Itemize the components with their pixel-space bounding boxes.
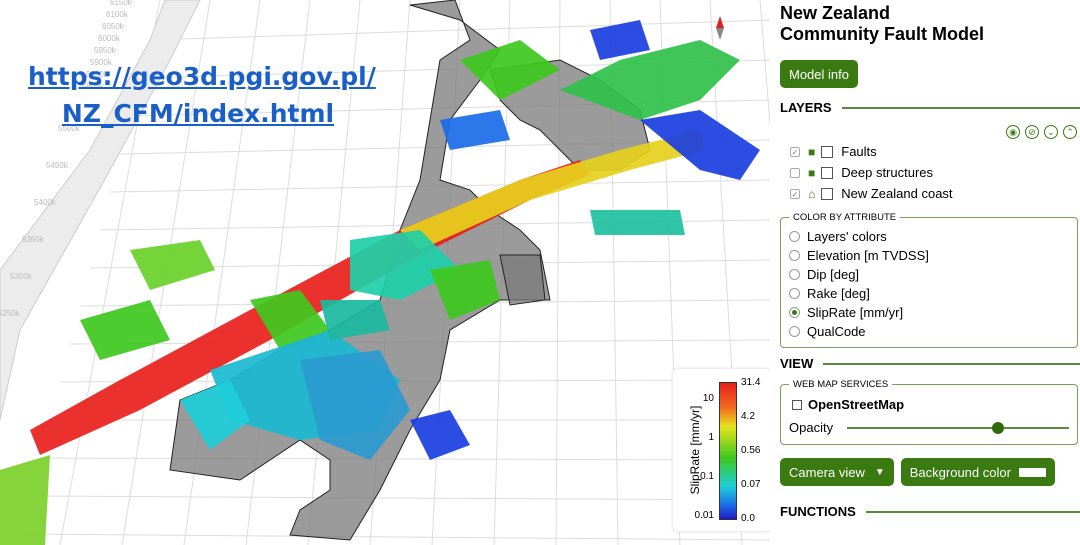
legend-right-tick: 0.07 [741, 479, 761, 490]
layer-visibility-checkbox[interactable] [790, 167, 800, 178]
color-attribute-option[interactable]: Rake [deg] [789, 284, 1069, 303]
legend-left-tick: 0.01 [694, 510, 714, 521]
layer-visibility-checkbox[interactable]: ✓ [790, 146, 800, 157]
openstreetmap-label: OpenStreetMap [808, 397, 905, 412]
layer-label: Faults [841, 144, 877, 159]
axis-tick-label: 5950k [94, 46, 116, 55]
layer-label: Deep structures [841, 165, 934, 180]
legend-left-tick: 1 [708, 432, 714, 443]
axis-tick-label: 5350k [22, 235, 44, 244]
radio-button[interactable] [789, 326, 800, 337]
model-url-link[interactable]: https://geo3d.pgi.gov.pl/ NZ_CFM/index.h… [28, 58, 376, 132]
option-label: QualCode [807, 324, 866, 339]
wms-legend: WEB MAP SERVICES [793, 379, 889, 390]
legend-right-tick: 0.0 [741, 513, 755, 524]
radio-button[interactable] [789, 250, 800, 261]
layer-item[interactable]: ✓ ⌂ New Zealand coast [780, 183, 1080, 204]
axis-tick-label: 6100k [106, 10, 128, 19]
radio-button[interactable] [789, 307, 800, 318]
3d-viewer[interactable]: 6150k 6100k 6050k 6000k 5950k 5900k 5850k 5800k… [0, 0, 770, 545]
legend-right-tick: 31.4 [741, 377, 761, 388]
legend-right-tick: 0.56 [741, 445, 761, 456]
radio-button[interactable] [789, 269, 800, 280]
app-title: New Zealand Community Fault Model [780, 3, 984, 44]
axis-tick-label: 5450k [46, 161, 68, 170]
color-attribute-option[interactable]: QualCode [789, 322, 1069, 341]
option-label: Elevation [m TVDSS] [807, 248, 929, 263]
outline-icon: ⌂ [808, 186, 816, 201]
background-color-button[interactable]: Background color [900, 458, 1055, 486]
option-label: Dip [deg] [807, 267, 860, 282]
collapse-all-chevron-up-icon[interactable]: ⌃ [1063, 125, 1077, 139]
color-by-attribute-group: COLOR BY ATTRIBUTE Layers' colors Elevati… [780, 212, 1078, 348]
opacity-slider[interactable] [847, 421, 1069, 434]
legend-left-tick: 10 [702, 393, 714, 404]
hide-all-eye-slash-icon[interactable]: ⊘ [1025, 125, 1039, 139]
color-attribute-option[interactable]: Dip [deg] [789, 265, 1069, 284]
background-color-swatch [1018, 467, 1046, 477]
show-all-eye-icon[interactable]: ◉ [1006, 125, 1020, 139]
color-attribute-option[interactable]: Elevation [m TVDSS] [789, 246, 1069, 265]
expand-all-chevron-down-icon[interactable]: ⌄ [1044, 125, 1058, 139]
layer-select-checkbox[interactable] [821, 187, 834, 200]
option-label: SlipRate [mm/yr] [807, 305, 904, 320]
color-attribute-option[interactable]: Layers' colors [789, 227, 1069, 246]
layer-item[interactable]: ✓ ■ Faults [780, 141, 1080, 162]
functions-section-header: FUNCTIONS [780, 504, 1080, 519]
radio-button[interactable] [789, 288, 800, 299]
axis-tick-label: 5250k [0, 309, 20, 318]
option-label: Rake [deg] [807, 286, 870, 301]
color-attribute-option[interactable]: SlipRate [mm/yr] [789, 303, 1069, 322]
view-section-header: VIEW [780, 356, 1080, 371]
web-map-services-group: WEB MAP SERVICES OpenStreetMap Opacity [780, 379, 1078, 445]
legend-title: SlipRate [mm/yr] [688, 405, 702, 495]
layer-toolbar: ◉ ⊘ ⌄ ⌃ [780, 125, 1077, 139]
layer-label: New Zealand coast [841, 186, 953, 201]
cube-icon: ■ [808, 165, 816, 180]
axis-tick-label: 5300k [10, 272, 32, 281]
axis-tick-label: 6050k [102, 22, 124, 31]
layer-select-checkbox[interactable] [821, 166, 834, 179]
color-scale-bar [719, 382, 737, 520]
radio-button[interactable] [789, 231, 800, 242]
layers-section-header: LAYERS [780, 100, 1080, 115]
url-line-1[interactable]: https://geo3d.pgi.gov.pl/ [28, 58, 376, 95]
option-label: Layers' colors [807, 229, 887, 244]
layer-visibility-checkbox[interactable]: ✓ [790, 188, 800, 199]
axis-tick-label: 5400k [34, 198, 56, 207]
url-line-2[interactable]: NZ_CFM/index.html [28, 95, 368, 132]
camera-view-dropdown[interactable]: Camera view ▼ [780, 458, 894, 486]
color-by-legend: COLOR BY ATTRIBUTE [793, 212, 897, 223]
legend-right-tick: 4.2 [741, 411, 755, 422]
axis-tick-label: 6000k [98, 34, 120, 43]
cube-icon: ■ [808, 144, 816, 159]
dropdown-arrow-icon: ▼ [874, 466, 885, 478]
control-panel: New Zealand Community Fault Model Model i… [770, 0, 1080, 545]
layer-item[interactable]: ■ Deep structures [780, 162, 1080, 183]
openstreetmap-checkbox[interactable] [792, 399, 802, 410]
opacity-slider-thumb[interactable] [991, 421, 1004, 434]
opacity-label: Opacity [789, 420, 834, 435]
layer-select-checkbox[interactable] [821, 145, 834, 158]
legend-left-tick: 0.1 [700, 471, 714, 482]
model-info-button[interactable]: Model info [780, 60, 858, 88]
sliprate-color-legend: SlipRate [mm/yr] 10 1 0.1 0.01 31.4 4.2 0.56 0.… [672, 368, 770, 532]
compass-icon [716, 16, 724, 40]
layer-list: ✓ ■ Faults ■ Deep structures ✓ ⌂ New Zealand co… [780, 141, 1080, 204]
axis-tick-label: 6150k [110, 0, 132, 7]
